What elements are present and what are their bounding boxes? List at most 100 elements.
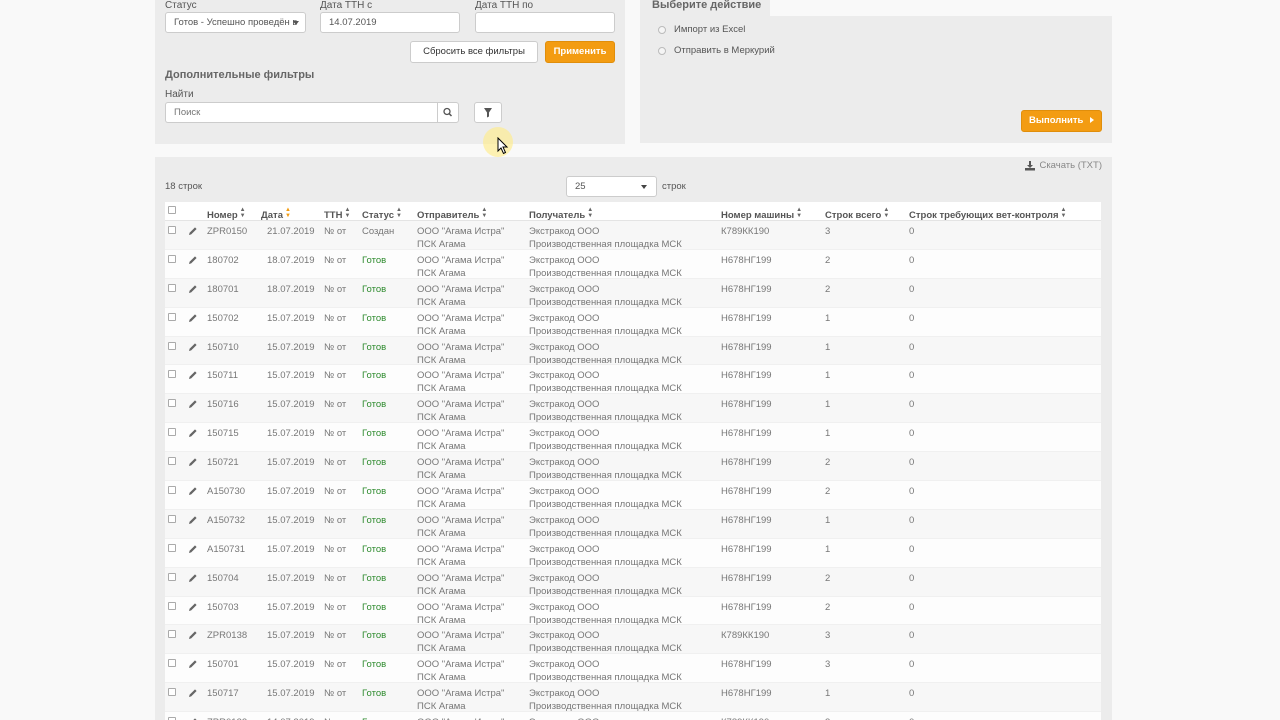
- pencil-icon[interactable]: [188, 457, 198, 467]
- search-input[interactable]: [165, 102, 437, 123]
- cell-ttn-text: № от: [324, 254, 347, 266]
- row-checkbox[interactable]: [168, 370, 176, 379]
- cell-truck: Н678НГ199: [721, 485, 772, 498]
- table-row[interactable]: ZPR0138 15.07.2019 № от Готов ООО "Агама Ист…: [165, 625, 1101, 654]
- column-header-sender[interactable]: Отправитель ▲ ▼: [417, 207, 487, 221]
- date-from-input[interactable]: 14.07.2019: [320, 12, 460, 33]
- date-to-label: Дата ТТН по: [475, 0, 534, 11]
- row-checkbox[interactable]: [168, 659, 176, 668]
- table-row[interactable]: 150715 15.07.2019 № от Готов ООО "Агама Истр…: [165, 423, 1101, 452]
- cell-date-text: 15.07.2019: [267, 630, 315, 642]
- cell-ttn: № от: [324, 514, 346, 527]
- column-header-status[interactable]: Статус ▲ ▼: [362, 207, 402, 221]
- table-row[interactable]: 150703 15.07.2019 № от Готов ООО "Агама Истр…: [165, 596, 1101, 627]
- table-row[interactable]: 180701 18.07.2019 № от Готов ООО "Агама Истр…: [165, 278, 1101, 308]
- pencil-icon[interactable]: [188, 313, 198, 323]
- table-row[interactable]: ZPR0132 14.07.2019 № от Готов ООО "Агама Ист…: [165, 712, 1101, 720]
- column-header-receiver[interactable]: Получатель ▲ ▼: [529, 207, 593, 221]
- cell-vet-text: 0: [909, 428, 915, 440]
- radio-send-mercury[interactable]: Отправить в Меркурий: [658, 45, 775, 56]
- cell-truck: Н678НГ199: [721, 312, 772, 325]
- table-row[interactable]: 150701 15.07.2019 № от Готов ООО "Агама Истр…: [165, 654, 1101, 683]
- table-row[interactable]: А150731 15.07.2019 № от Готов ООО "Агама Ист…: [165, 538, 1101, 569]
- cell-receiver: Экстракод ОООПроизводственная площадка М…: [529, 687, 682, 713]
- cell-number: 150721: [207, 456, 239, 469]
- column-header-vet[interactable]: Строк требующих вет-контроля ▲ ▼: [909, 207, 1066, 221]
- cell-number-text: А150732: [207, 514, 246, 526]
- row-checkbox[interactable]: [168, 688, 176, 697]
- table-row[interactable]: 150717 15.07.2019 № от Готов ООО "Агама Истр…: [165, 683, 1101, 712]
- column-header-date[interactable]: Дата ▲ ▼: [261, 207, 291, 221]
- table-row[interactable]: 150702 15.07.2019 № от Готов ООО "Агама Истр…: [165, 307, 1101, 337]
- cell-receiver: Экстракод ОООПроизводственная площадка М…: [529, 601, 682, 627]
- pencil-icon[interactable]: [188, 688, 198, 698]
- pencil-icon[interactable]: [188, 428, 198, 438]
- cell-sender-text: ООО "Агама Истра": [417, 601, 505, 613]
- pencil-icon[interactable]: [188, 342, 198, 352]
- cell-sender-subtext: ПСК Агама: [417, 527, 466, 539]
- cell-date-text: 15.07.2019: [267, 688, 315, 700]
- pencil-icon[interactable]: [188, 602, 198, 612]
- cell-vet: 0: [909, 369, 914, 382]
- table-row[interactable]: 150716 15.07.2019 № от Готов ООО "Агама Истр…: [165, 394, 1101, 423]
- table-row[interactable]: 150710 15.07.2019 № от Готов ООО "Агама Истр…: [165, 336, 1101, 366]
- pencil-icon[interactable]: [188, 370, 198, 380]
- pencil-icon[interactable]: [188, 486, 198, 496]
- row-checkbox[interactable]: [168, 283, 176, 292]
- row-checkbox[interactable]: [168, 486, 176, 495]
- table-row[interactable]: ZPR0150 21.07.2019 № от Создан ООО "Агама Ис…: [165, 221, 1101, 250]
- row-checkbox[interactable]: [168, 312, 176, 321]
- cell-number: ZPR0150: [207, 225, 247, 238]
- radio-button[interactable]: [658, 46, 666, 55]
- radio-import-excel[interactable]: Импорт из Excel: [658, 24, 745, 35]
- pencil-icon[interactable]: [188, 630, 198, 640]
- chevron-down-icon: [293, 21, 299, 25]
- table-row[interactable]: 150711 15.07.2019 № от Готов ООО "Агама Истр…: [165, 365, 1101, 394]
- download-txt-link[interactable]: Скачать (TXT): [1025, 160, 1102, 171]
- cell-sender-text: ООО "Агама Истра": [417, 341, 505, 353]
- table-row[interactable]: А150730 15.07.2019 № от Готов ООО "Агама Ист…: [165, 481, 1101, 510]
- cell-sender-text: ООО "Агама Истра": [417, 486, 505, 498]
- execute-button[interactable]: Выполнить: [1021, 110, 1102, 132]
- pencil-icon[interactable]: [188, 255, 198, 265]
- cell-sender: ООО "Агама Истра"ПСК Агама: [417, 543, 504, 569]
- row-checkbox[interactable]: [168, 572, 176, 581]
- table-row[interactable]: А150732 15.07.2019 № от Готов ООО "Агама Ист…: [165, 509, 1101, 539]
- row-checkbox[interactable]: [168, 399, 176, 408]
- reset-filters-button[interactable]: Сбросить все фильтры: [410, 41, 538, 63]
- apply-button[interactable]: Применить: [545, 41, 615, 63]
- column-header-ttn[interactable]: ТТН ▲ ▼: [324, 207, 350, 221]
- status-filter-select[interactable]: Готов - Успешно проведён в: [165, 12, 306, 33]
- filter-button[interactable]: [474, 102, 502, 123]
- date-to-input[interactable]: [475, 12, 615, 33]
- row-checkbox[interactable]: [168, 457, 176, 466]
- radio-button[interactable]: [658, 25, 666, 34]
- cell-truck-text: Н678НГ199: [721, 312, 772, 324]
- row-checkbox[interactable]: [168, 254, 176, 263]
- page-size-select[interactable]: 25: [566, 176, 657, 197]
- pencil-icon[interactable]: [188, 544, 198, 554]
- table-row[interactable]: 180702 18.07.2019 № от Готов ООО "Агама Истр…: [165, 249, 1101, 279]
- table-row[interactable]: 150721 15.07.2019 № от Готов ООО "Агама Истр…: [165, 452, 1101, 481]
- column-header-number[interactable]: Номер ▲ ▼: [207, 207, 246, 221]
- row-checkbox[interactable]: [168, 226, 176, 234]
- column-header-truck[interactable]: Номер машины ▲ ▼: [721, 207, 802, 221]
- pencil-icon[interactable]: [188, 399, 198, 409]
- row-checkbox[interactable]: [168, 630, 176, 639]
- pencil-icon[interactable]: [188, 515, 198, 525]
- column-header-total[interactable]: Строк всего ▲ ▼: [825, 207, 889, 221]
- pencil-icon[interactable]: [188, 659, 198, 669]
- pencil-icon[interactable]: [188, 226, 198, 236]
- row-checkbox[interactable]: [168, 543, 176, 552]
- pencil-icon[interactable]: [188, 284, 198, 294]
- pencil-icon[interactable]: [188, 573, 198, 583]
- row-checkbox[interactable]: [168, 428, 176, 437]
- row-checkbox[interactable]: [168, 514, 176, 523]
- search-button[interactable]: [437, 102, 459, 123]
- cell-receiver-text: Экстракод ООО: [529, 688, 600, 700]
- cell-status: Готов: [362, 716, 386, 720]
- row-checkbox[interactable]: [168, 341, 176, 350]
- table-row[interactable]: 150704 15.07.2019 № от Готов ООО "Агама Истр…: [165, 567, 1101, 597]
- select-all-checkbox[interactable]: [168, 206, 176, 214]
- row-checkbox[interactable]: [168, 601, 176, 610]
